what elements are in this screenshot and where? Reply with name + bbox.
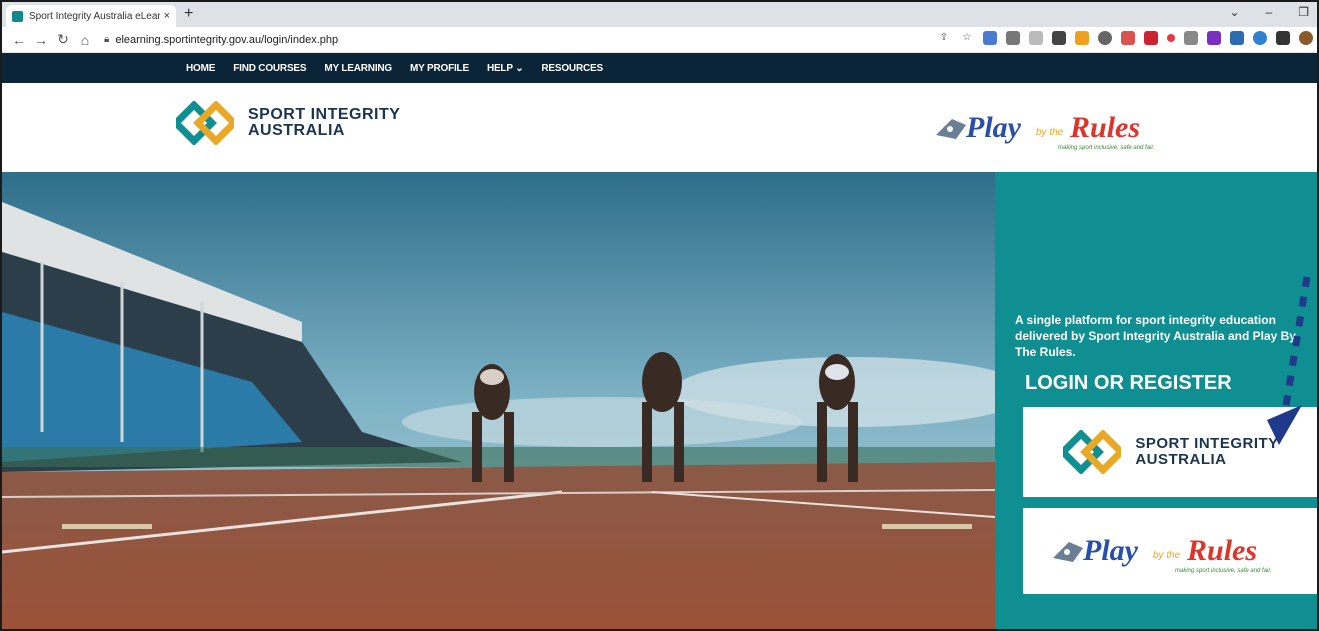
pbtr-by-text: by the xyxy=(1153,550,1181,561)
pbtr-logo-graphic: Play by the Rules making sport inclusive… xyxy=(936,111,1155,151)
address-bar[interactable]: 🔒︎ elearning.sportintegrity.gov.au/login… xyxy=(104,34,338,46)
pbtr-tagline: making sport inclusive, safe and fair. xyxy=(1175,568,1272,574)
puzzle-icon[interactable] xyxy=(1276,31,1290,45)
tab-search-icon[interactable]: ⌄ xyxy=(1229,5,1239,19)
nav-resources[interactable]: RESOURCES xyxy=(541,63,603,74)
window-controls: ⌄ – ❐ xyxy=(1229,5,1309,19)
extension-icon[interactable] xyxy=(983,31,997,45)
tab-title: Sport Integrity Australia eLearnin xyxy=(29,10,160,22)
new-tab-button[interactable]: + xyxy=(184,5,193,23)
pbtr-tagline: making sport inclusive, safe and fair. xyxy=(1058,145,1155,151)
login-panel: A single platform for sport integrity ed… xyxy=(995,172,1317,629)
extension-icon[interactable] xyxy=(1230,31,1244,45)
bookmark-star-icon[interactable]: ☆ xyxy=(960,31,974,45)
browser-window: Sport Integrity Australia eLearnin × + ⌄… xyxy=(0,0,1319,631)
pbtr-play-text: Play xyxy=(1082,534,1139,567)
url-text: elearning.sportintegrity.gov.au/login/in… xyxy=(115,33,339,46)
nav-my-learning[interactable]: MY LEARNING xyxy=(324,63,392,74)
extension-icon[interactable] xyxy=(1144,31,1158,45)
extension-icon[interactable] xyxy=(1207,31,1221,45)
extension-icon[interactable] xyxy=(1098,31,1112,45)
sport-integrity-logo[interactable]: SPORT INTEGRITY AUSTRALIA xyxy=(176,101,400,145)
share-icon[interactable]: ⇪ xyxy=(937,31,951,45)
maximize-icon[interactable]: ❐ xyxy=(1298,5,1309,19)
extension-icon[interactable] xyxy=(1006,31,1020,45)
minimize-icon[interactable]: – xyxy=(1266,5,1273,19)
sia-wordmark: SPORT INTEGRITY AUSTRALIA xyxy=(248,107,400,139)
pbtr-play-text: Play xyxy=(965,111,1022,144)
nav-my-profile[interactable]: MY PROFILE xyxy=(410,63,469,74)
site-header: SPORT INTEGRITY AUSTRALIA Play by the Ru… xyxy=(2,83,1317,172)
forward-icon[interactable]: → xyxy=(30,32,52,48)
pointer-arrow-icon xyxy=(1267,276,1311,445)
address-toolbar: ← → ↻ ⌂ 🔒︎ elearning.sportintegrity.gov.… xyxy=(2,27,1317,53)
nav-home[interactable]: HOME xyxy=(186,63,215,74)
pbtr-logo-graphic: Play by the Rules making sport inclusive… xyxy=(1052,534,1272,574)
extension-icon[interactable] xyxy=(1184,31,1198,45)
lock-icon[interactable]: 🔒︎ xyxy=(104,34,109,45)
sprinters-photo xyxy=(2,172,995,629)
avatar[interactable] xyxy=(1299,31,1313,45)
sia-line2: AUSTRALIA xyxy=(1135,451,1227,468)
download-icon[interactable] xyxy=(1075,31,1089,45)
extensions-area: ⇪ ☆ xyxy=(937,31,1313,45)
extension-icon[interactable] xyxy=(1052,31,1066,45)
sia-diamond-icon xyxy=(1063,430,1122,474)
extension-icon[interactable] xyxy=(1253,31,1267,45)
pbtr-by-text: by the xyxy=(1036,127,1064,138)
site-nav: HOME FIND COURSES MY LEARNING MY PROFILE… xyxy=(2,53,1317,83)
hero-image xyxy=(2,172,995,629)
close-tab-icon[interactable]: × xyxy=(164,10,170,22)
home-icon[interactable]: ⌂ xyxy=(74,32,96,48)
sia-line2: AUSTRALIA xyxy=(248,122,345,139)
pbtr-rules-text: Rules xyxy=(1069,111,1140,144)
browser-tab[interactable]: Sport Integrity Australia eLearnin × xyxy=(6,5,176,27)
nav-help[interactable]: HELP ⌄ xyxy=(487,63,524,74)
back-icon[interactable]: ← xyxy=(8,32,30,48)
extension-icon[interactable] xyxy=(1029,31,1043,45)
favicon-icon xyxy=(12,10,23,22)
sia-line1: SPORT INTEGRITY xyxy=(248,106,401,123)
pbtr-rules-text: Rules xyxy=(1186,534,1257,567)
pbtr-login-button[interactable]: Play by the Rules making sport inclusive… xyxy=(1023,508,1317,594)
play-by-the-rules-logo[interactable]: Play by the Rules making sport inclusive… xyxy=(932,105,1177,156)
tab-strip: Sport Integrity Australia eLearnin × + ⌄… xyxy=(2,2,1317,27)
extension-icon[interactable] xyxy=(1121,31,1135,45)
extension-icon[interactable] xyxy=(1167,34,1175,42)
nav-find-courses[interactable]: FIND COURSES xyxy=(233,63,306,74)
login-heading: LOGIN OR REGISTER xyxy=(1025,372,1232,394)
sia-diamond-icon xyxy=(176,101,234,145)
reload-icon[interactable]: ↻ xyxy=(52,31,74,48)
